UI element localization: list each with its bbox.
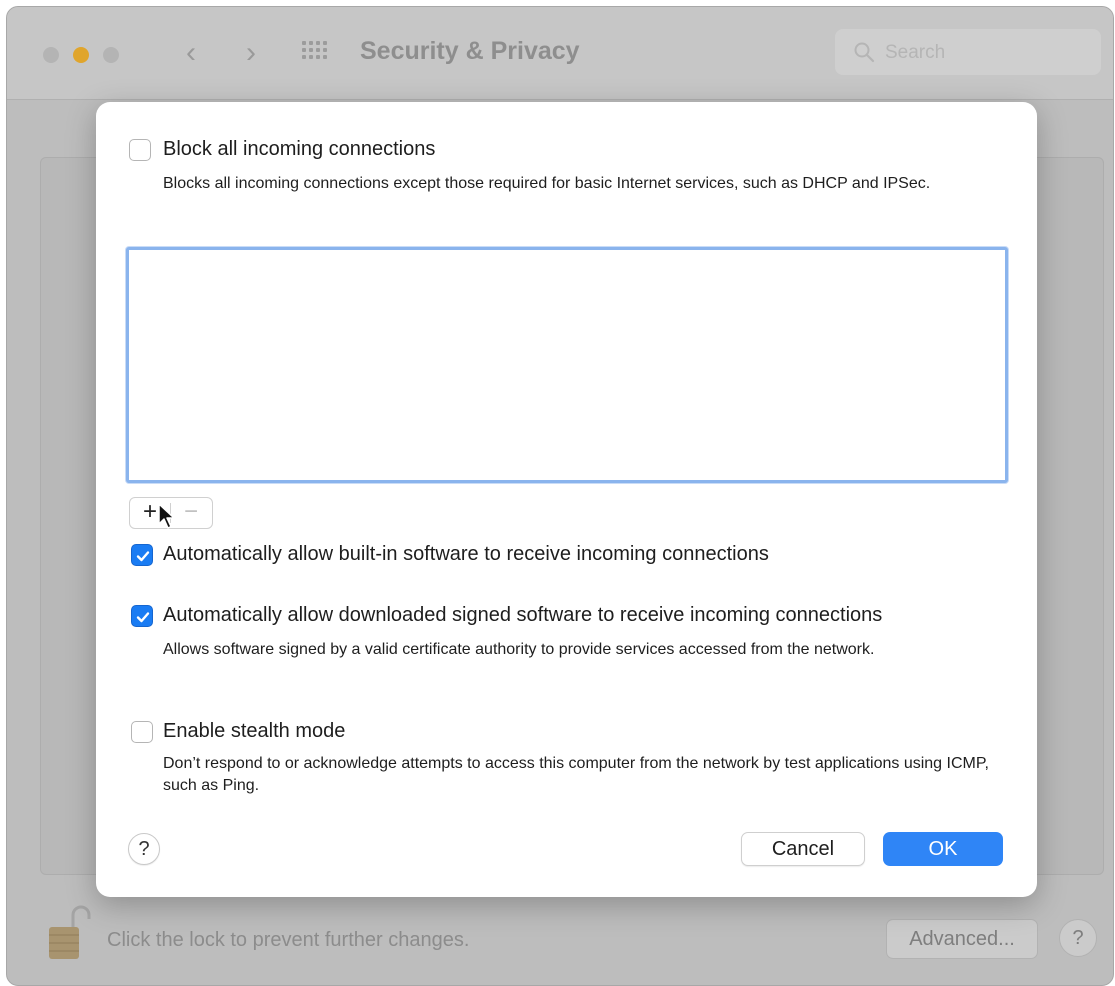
auto-signed-label: Automatically allow downloaded signed so…: [163, 604, 883, 626]
auto-signed-checkbox[interactable]: [131, 605, 153, 627]
block-all-description: Blocks all incoming connections except t…: [163, 175, 931, 192]
advanced-button[interactable]: Advanced...: [886, 919, 1038, 959]
auto-signed-description: Allows software signed by a valid certif…: [163, 641, 875, 658]
search-field[interactable]: Search: [835, 29, 1101, 75]
cursor-icon: [158, 503, 175, 529]
grid-icon[interactable]: [300, 39, 332, 67]
checkmark-icon: [136, 612, 150, 623]
stealth-mode-label: Enable stealth mode: [163, 720, 346, 742]
zoom-window-button[interactable]: [103, 47, 119, 63]
titlebar: ‹ › Security & Privacy Search: [7, 7, 1113, 100]
close-window-button[interactable]: [43, 47, 59, 63]
checkmark-icon: [136, 551, 150, 562]
cancel-button[interactable]: Cancel: [741, 832, 865, 866]
lock-icon[interactable]: [45, 903, 91, 963]
application-list[interactable]: [126, 247, 1008, 483]
search-icon: [854, 42, 875, 63]
forward-button[interactable]: ›: [231, 33, 271, 73]
window-title: Security & Privacy: [360, 37, 580, 65]
stealth-mode-description: Don’t respond to or acknowledge attempts…: [163, 755, 989, 794]
firewall-options-sheet: Block all incoming connections Blocks al…: [96, 102, 1037, 897]
block-all-label: Block all incoming connections: [163, 138, 436, 160]
block-all-checkbox[interactable]: [129, 139, 151, 161]
remove-app-button[interactable]: −: [171, 498, 211, 528]
ok-button[interactable]: OK: [883, 832, 1003, 866]
window-help-button[interactable]: ?: [1059, 919, 1097, 957]
auto-builtin-label: Automatically allow built-in software to…: [163, 543, 769, 565]
stealth-mode-checkbox[interactable]: [131, 721, 153, 743]
auto-builtin-checkbox[interactable]: [131, 544, 153, 566]
lock-status-text: Click the lock to prevent further change…: [107, 929, 470, 951]
sheet-help-button[interactable]: ?: [128, 833, 160, 865]
search-placeholder: Search: [885, 42, 946, 63]
back-button[interactable]: ‹: [171, 33, 211, 73]
minimize-window-button[interactable]: [73, 47, 89, 63]
